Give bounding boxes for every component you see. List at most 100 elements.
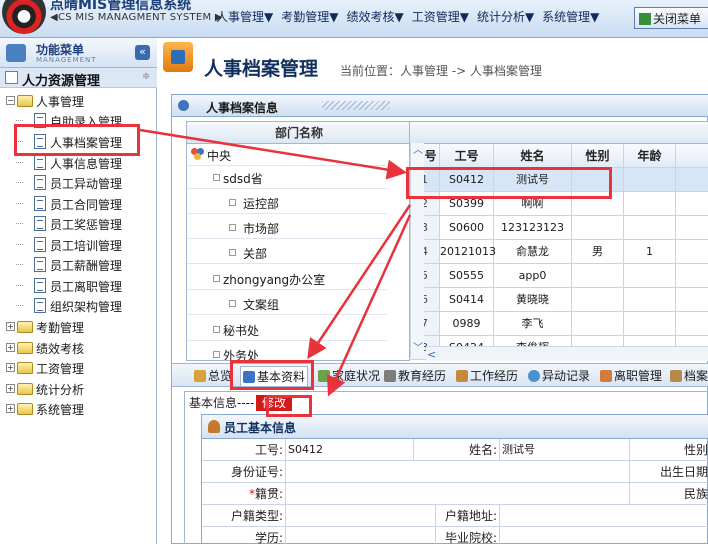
document-icon xyxy=(34,298,46,313)
ethnicity-label: 民族 xyxy=(630,483,708,505)
col-header-age[interactable]: 年龄 xyxy=(624,144,676,168)
dept-node-secretariat[interactable]: 秘书处 xyxy=(187,319,387,341)
dept-node-label: 运控部 xyxy=(243,197,280,211)
emp-no-field[interactable]: S0412 xyxy=(286,439,414,461)
menu-attendance[interactable]: 考勤管理▼ xyxy=(281,8,338,25)
dept-node-label: 文案组 xyxy=(243,298,280,312)
id-number-field[interactable] xyxy=(286,461,630,483)
dept-node-central[interactable]: 中央 xyxy=(187,144,387,166)
dept-node-marketing[interactable]: 市场部 xyxy=(187,217,387,239)
hukou-type-label: 户籍类型: xyxy=(202,505,286,527)
menu-performance[interactable]: 绩效考核▼ xyxy=(346,8,403,25)
expand-icon[interactable]: + xyxy=(6,384,15,393)
document-icon xyxy=(34,196,46,211)
table-cell: 1 xyxy=(624,240,676,264)
employee-info-box: 员工基本信息 工号: S0412 姓名: 测试号 性别 身份证号: 出生日期 *… xyxy=(201,414,708,544)
tab-work-history[interactable]: 工作经历 xyxy=(456,366,518,386)
table-cell xyxy=(624,216,676,240)
scroll-left-icon[interactable]: < xyxy=(427,348,436,361)
school-field[interactable] xyxy=(500,527,708,544)
folder-open-icon xyxy=(17,95,33,107)
expand-icon[interactable]: + xyxy=(6,404,15,413)
birth-date-label: 出生日期 xyxy=(630,461,708,483)
expand-icon[interactable]: + xyxy=(6,322,15,331)
resignation-icon xyxy=(600,370,612,382)
folder-icon xyxy=(17,342,33,354)
tab-overview[interactable]: 总览 xyxy=(194,366,232,386)
top-menu: 人事管理▼ 考勤管理▼ 绩效考核▼ 工资管理▼ 统计分析▼ 系统管理▼ xyxy=(216,8,607,25)
grid-vertical-scrollbar[interactable]: ︿ ﹀ xyxy=(410,143,424,357)
sidebar-header: 功能菜单 MANAGEMENT « xyxy=(0,38,157,68)
edit-button[interactable]: 修改 xyxy=(256,395,293,411)
sidebar-root-label: 人力资源管理 xyxy=(22,74,101,89)
dept-node-foreign-affairs[interactable]: 外务处 xyxy=(187,344,387,360)
hukou-address-field[interactable] xyxy=(500,505,708,527)
education-field[interactable] xyxy=(286,527,436,544)
table-cell xyxy=(676,264,708,288)
sidebar-item-label: 自助录入管理 xyxy=(50,115,123,129)
family-icon xyxy=(318,370,330,382)
scroll-down-icon[interactable]: ﹀ xyxy=(412,339,424,354)
name-field[interactable]: 测试号 xyxy=(500,439,630,461)
dept-node-copywriting[interactable]: 文案组 xyxy=(187,293,387,315)
sidebar: 功能菜单 MANAGEMENT « 人力资源管理 ≑ − 人事管理 自助录入管理… xyxy=(0,38,157,544)
dept-node-operations[interactable]: 运控部 xyxy=(187,192,387,214)
sidebar-item-label: 员工培训管理 xyxy=(50,239,123,253)
expand-icon[interactable]: + xyxy=(6,363,15,372)
dept-node-customs[interactable]: 关部 xyxy=(187,242,387,264)
tab-education[interactable]: 教育经历 xyxy=(384,366,446,386)
tab-family[interactable]: 家庭状况 xyxy=(318,366,380,386)
dept-node-province[interactable]: sdsd省 xyxy=(187,167,387,189)
col-header-name[interactable]: 姓名 xyxy=(494,144,572,168)
app-subtitle: ◀CS MIS MANAGMENT SYSTEM ▶ xyxy=(50,12,223,23)
table-cell xyxy=(624,168,676,192)
table-cell: 李飞 xyxy=(494,312,572,336)
menu-hr[interactable]: 人事管理▼ xyxy=(216,8,273,25)
table-cell: 男 xyxy=(572,240,624,264)
root-options-icon[interactable]: ≑ xyxy=(142,71,150,82)
table-cell xyxy=(676,168,708,192)
detail-tabs: 总览 基本资料 家庭状况 教育经历 工作经历 异动记录 离职管理 档案 xyxy=(172,363,708,387)
native-place-field[interactable] xyxy=(286,483,630,505)
col-header-emp-no[interactable]: 工号 xyxy=(440,144,494,168)
tab-archive[interactable]: 档案 xyxy=(670,366,708,386)
dept-node-label: zhongyang办公室 xyxy=(223,273,326,287)
document-icon xyxy=(34,216,46,231)
table-cell xyxy=(676,216,708,240)
close-menu-button[interactable]: 关闭菜单 xyxy=(634,7,708,29)
sidebar-item-label: 人事信息管理 xyxy=(50,157,123,171)
menu-statistics[interactable]: 统计分析▼ xyxy=(477,8,534,25)
tab-resignation[interactable]: 离职管理 xyxy=(600,366,662,386)
tab-basic-info[interactable]: 基本资料 xyxy=(240,366,309,386)
scroll-up-icon[interactable]: ︿ xyxy=(412,141,424,156)
sidebar-collapse-button[interactable]: « xyxy=(135,45,150,60)
archive-icon xyxy=(670,370,682,382)
employee-info-title: 员工基本信息 xyxy=(224,421,297,435)
native-place-text: 籍贯: xyxy=(254,487,283,501)
menu-salary[interactable]: 工资管理▼ xyxy=(412,8,469,25)
table-cell xyxy=(624,192,676,216)
tab-label: 总览 xyxy=(208,369,233,383)
hukou-address-label: 户籍地址: xyxy=(436,505,500,527)
employee-grid: 序号 工号 姓名 性别 年龄 1 S0412 测试号 2 S0399 啊啊 3 S0600 12… xyxy=(410,121,708,361)
col-header-gender[interactable]: 性别 xyxy=(572,144,624,168)
sidebar-item-label: 员工薪酬管理 xyxy=(50,259,123,273)
table-cell xyxy=(624,312,676,336)
menu-system[interactable]: 系统管理▼ xyxy=(542,8,599,25)
tab-label: 工作经历 xyxy=(470,369,519,383)
panel-title: 人事档案信息 xyxy=(206,101,279,115)
sidebar-root-hr[interactable]: 人力资源管理 ≑ xyxy=(0,68,157,89)
tab-transfer-records[interactable]: 异动记录 xyxy=(528,366,590,386)
dept-node-central-office[interactable]: zhongyang办公室 xyxy=(187,268,387,290)
expand-icon[interactable]: + xyxy=(6,343,15,352)
grid-horizontal-scrollbar[interactable]: < xyxy=(426,346,708,361)
collapse-icon[interactable]: − xyxy=(6,96,15,105)
document-icon xyxy=(34,134,46,149)
tab-label: 家庭状况 xyxy=(332,369,381,383)
table-cell xyxy=(624,288,676,312)
hukou-type-field[interactable] xyxy=(286,505,436,527)
folder-icon xyxy=(17,383,33,395)
education-label: 学历: xyxy=(202,527,286,544)
node-icon xyxy=(213,275,220,282)
group-people-icon xyxy=(191,148,205,160)
